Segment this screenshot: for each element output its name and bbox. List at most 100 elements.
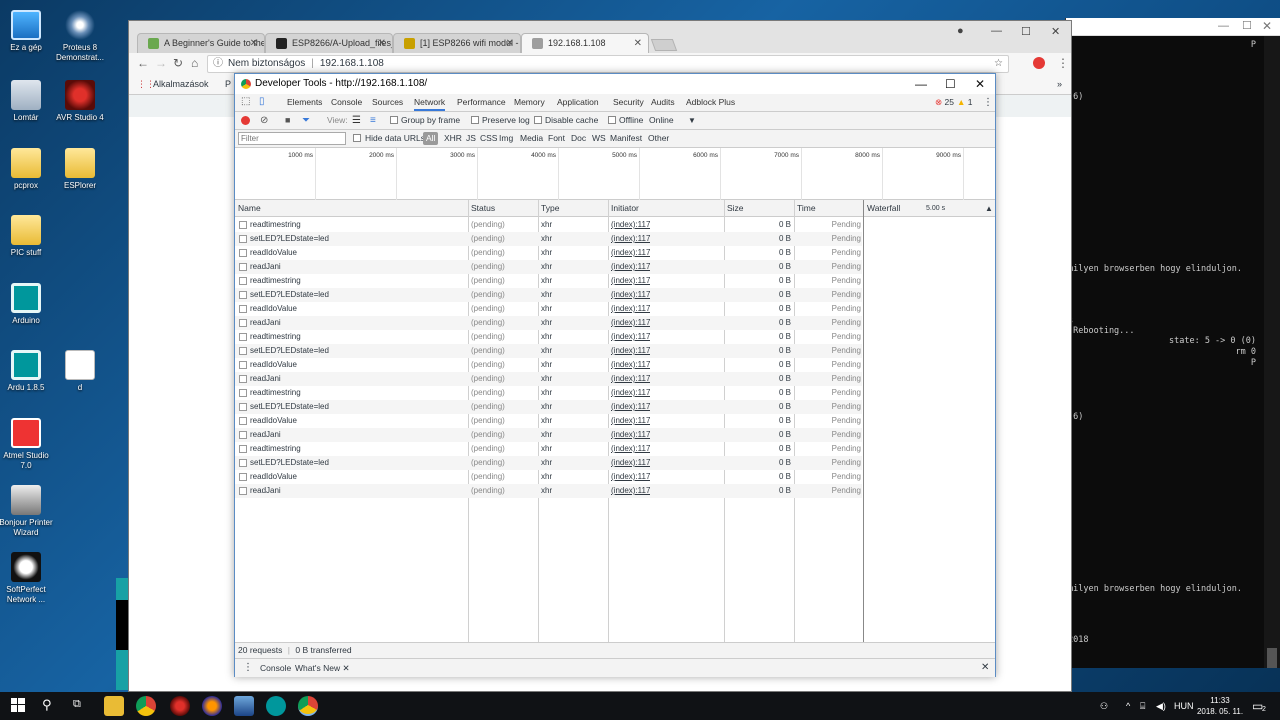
tab-sources[interactable]: Sources	[372, 94, 403, 111]
tab-memory[interactable]: Memory	[514, 94, 545, 111]
person-icon[interactable]: ⚇	[1100, 692, 1108, 720]
tab-close-icon[interactable]: ✕	[634, 34, 642, 53]
filter-type-img[interactable]: Img	[499, 130, 513, 147]
desktop-icon-ardu185[interactable]: Ardu 1.8.5	[0, 350, 54, 393]
inspect-element-icon[interactable]: ⬚	[241, 96, 250, 107]
table-row[interactable]: readJani (pending) xhr (index):117 0 B Pendin…	[235, 260, 862, 274]
column-header-time[interactable]: Time	[797, 200, 816, 217]
cell-initiator[interactable]: (index):117	[611, 400, 650, 414]
large-rows-icon[interactable]: ☰	[352, 112, 361, 129]
cell-initiator[interactable]: (index):117	[611, 288, 650, 302]
maximize-icon[interactable]: ☐	[1242, 19, 1252, 32]
clock[interactable]: 11:33 2018. 05. 11.	[1192, 695, 1248, 717]
table-row[interactable]: readIdoValue (pending) xhr (index):117 0 B Pe…	[235, 302, 862, 316]
chrome-active-icon[interactable]	[298, 696, 318, 716]
cell-initiator[interactable]: (index):117	[611, 344, 650, 358]
cell-initiator[interactable]: (index):117	[611, 260, 650, 274]
tab-performance[interactable]: Performance	[457, 94, 506, 111]
filter-type-css[interactable]: CSS	[480, 130, 497, 147]
tab-network[interactable]: Network	[414, 94, 446, 111]
drawer-menu-icon[interactable]: ⋮	[243, 659, 253, 677]
sort-ascending-icon[interactable]: ▲	[985, 200, 993, 217]
table-row[interactable]: readtimestring (pending) xhr (index):117 0 B…	[235, 386, 862, 400]
filter-type-all[interactable]: All	[423, 132, 439, 145]
filter-icon[interactable]: ⏷	[302, 112, 310, 129]
cell-initiator[interactable]: (index):117	[611, 442, 650, 456]
throttling-select[interactable]: Online	[649, 112, 674, 129]
desktop-icon-bonjour[interactable]: Bonjour Printer Wizard	[0, 485, 54, 538]
cell-initiator[interactable]: (index):117	[611, 274, 650, 288]
cell-initiator[interactable]: (index):117	[611, 386, 650, 400]
drawer-tab-close-icon[interactable]: ✕	[342, 663, 349, 673]
overview-icon[interactable]: ≡	[370, 112, 376, 129]
desktop-icon-pc[interactable]: Ez a gép	[0, 10, 54, 53]
table-row[interactable]: readtimestring (pending) xhr (index):117 0 B…	[235, 330, 862, 344]
tab-close-icon[interactable]: ✕	[250, 34, 258, 53]
column-header-status[interactable]: Status	[471, 200, 495, 217]
drawer-tab-whats-new[interactable]: What's New ✕	[295, 659, 350, 677]
console-titlebar[interactable]: — ☐ ✕	[1066, 18, 1280, 36]
offline-checkbox[interactable]	[608, 116, 616, 124]
close-icon[interactable]: ✕	[1051, 25, 1060, 38]
record-icon[interactable]	[241, 116, 250, 125]
column-header-name[interactable]: Name	[238, 200, 261, 217]
back-icon[interactable]: ←	[137, 56, 149, 70]
table-row[interactable]: readJani (pending) xhr (index):117 0 B Pendin…	[235, 372, 862, 386]
cell-initiator[interactable]: (index):117	[611, 358, 650, 372]
hide-data-urls-checkbox[interactable]	[353, 134, 361, 142]
close-icon[interactable]: ✕	[1262, 19, 1272, 33]
drawer-tab-console[interactable]: Console	[260, 659, 291, 677]
tab-console[interactable]: Console	[331, 94, 362, 111]
tab-close-icon[interactable]: ✕	[506, 34, 514, 53]
preserve-log-checkbox[interactable]	[471, 116, 479, 124]
table-row[interactable]: readIdoValue (pending) xhr (index):117 0 B Pe…	[235, 246, 862, 260]
chrome-icon[interactable]	[136, 696, 156, 716]
new-tab-button[interactable]	[650, 39, 678, 51]
console-window[interactable]: — ☐ ✕ P ,6) milyen browserben hogy elindul…	[1065, 18, 1280, 668]
tab-security[interactable]: Security	[613, 94, 644, 111]
network-app-icon[interactable]	[234, 696, 254, 716]
bookmark-star-icon[interactable]: ☆	[994, 56, 1003, 72]
forward-icon[interactable]: →	[155, 56, 167, 70]
group-by-frame-checkbox[interactable]	[390, 116, 398, 124]
devtools-menu-icon[interactable]: ⋮	[983, 94, 993, 111]
browser-tab[interactable]: ESP8266/A-Upload_files_ ✕	[265, 33, 393, 53]
table-row[interactable]: readIdoValue (pending) xhr (index):117 0 B Pe…	[235, 470, 862, 484]
filter-type-font[interactable]: Font	[548, 130, 565, 147]
tab-close-icon[interactable]: ✕	[378, 34, 386, 53]
column-header-type[interactable]: Type	[541, 200, 559, 217]
address-bar[interactable]: ⓘ Nem biztonságos | 192.168.1.108 ☆	[207, 55, 1009, 73]
desktop-icon-bin[interactable]: Lomtár	[0, 80, 54, 123]
browser-tab[interactable]: [1] ESP8266 wifi modul - ✕	[393, 33, 521, 53]
cell-initiator[interactable]: (index):117	[611, 232, 650, 246]
minimize-icon[interactable]: —	[991, 25, 1002, 37]
table-row[interactable]: readIdoValue (pending) xhr (index):117 0 B Pe…	[235, 358, 862, 372]
menu-icon[interactable]: ⋮	[1057, 56, 1069, 70]
cell-initiator[interactable]: (index):117	[611, 484, 650, 498]
network-icon[interactable]: ⌸	[1140, 692, 1145, 720]
filter-type-other[interactable]: Other	[648, 130, 669, 147]
table-row[interactable]: readJani (pending) xhr (index):117 0 B Pendin…	[235, 428, 862, 442]
desktop-icon-pcprox[interactable]: pcprox	[0, 148, 54, 191]
desktop-icon-pic[interactable]: PIC stuff	[0, 215, 54, 258]
more-bookmarks-icon[interactable]: »	[1057, 75, 1062, 93]
filter-input[interactable]	[238, 132, 346, 145]
desktop-icon-softperfect[interactable]: SoftPerfect Network ...	[0, 552, 54, 605]
desktop-icon-arduino[interactable]: Arduino	[0, 283, 54, 326]
filter-type-ws[interactable]: WS	[592, 130, 606, 147]
browser-tab-active[interactable]: 192.168.1.108 ✕	[521, 33, 649, 53]
cell-initiator[interactable]: (index):117	[611, 218, 650, 232]
apps-bookmark[interactable]: Alkalmazások	[153, 75, 209, 93]
cell-initiator[interactable]: (index):117	[611, 414, 650, 428]
maximize-icon[interactable]: ☐	[945, 74, 956, 94]
chevron-down-icon[interactable]: ▼	[688, 112, 696, 129]
volume-icon[interactable]: ◀)	[1156, 692, 1166, 720]
close-icon[interactable]: ✕	[975, 74, 985, 94]
table-row[interactable]: readJani (pending) xhr (index):117 0 B Pendin…	[235, 316, 862, 330]
filter-type-media[interactable]: Media	[520, 130, 543, 147]
cell-initiator[interactable]: (index):117	[611, 470, 650, 484]
table-row[interactable]: setLED?LEDstate=led (pending) xhr (index):1…	[235, 232, 862, 246]
desktop-icon-avr[interactable]: AVR Studio 4	[52, 80, 108, 123]
browser-tab[interactable]: A Beginner's Guide to the ✕	[137, 33, 265, 53]
info-icon[interactable]: ⓘ	[213, 56, 223, 72]
